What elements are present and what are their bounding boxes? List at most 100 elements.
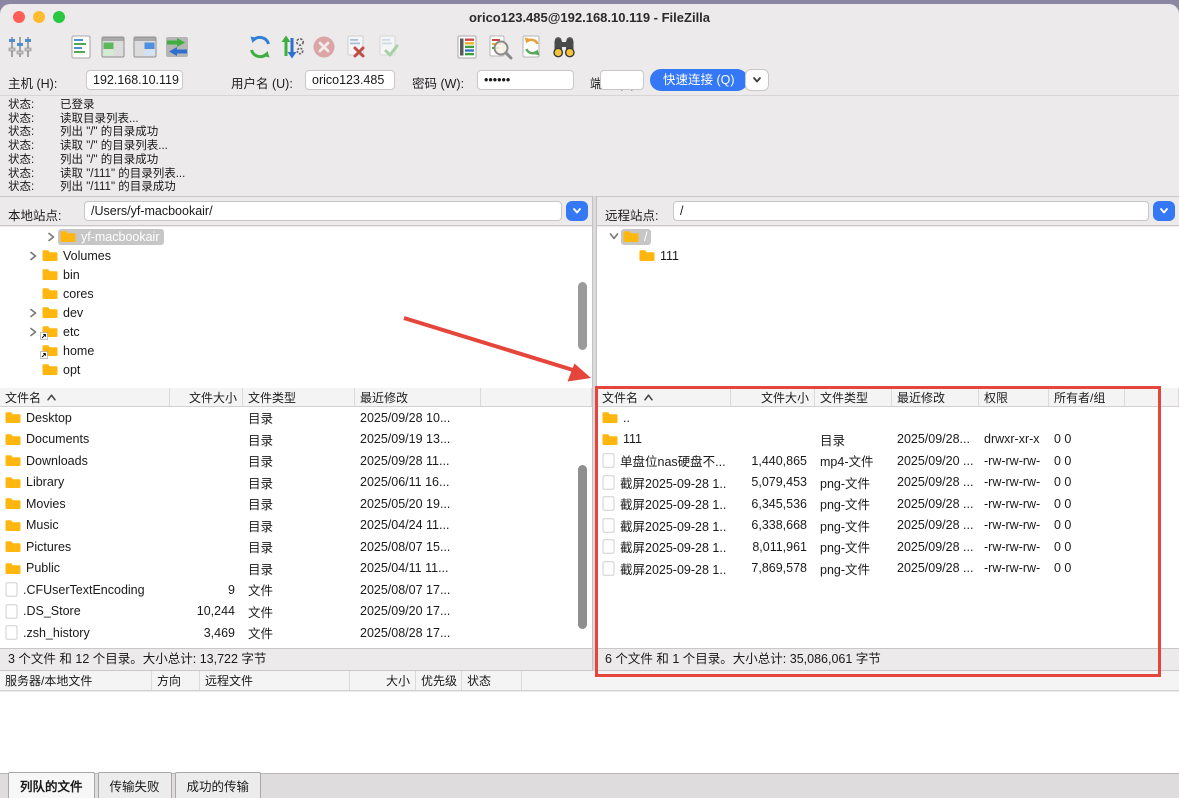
remote-tree-toggle-icon[interactable] xyxy=(131,33,159,61)
file-row[interactable]: 111目录2025/09/28...drwxr-xr-x0 0 xyxy=(597,429,1179,451)
file-row[interactable]: Movies目录2025/05/20 19... xyxy=(0,493,592,515)
transfer-queue-tabs: 列队的文件传输失败成功的传输 xyxy=(0,773,1179,798)
tree-item-cores[interactable]: cores xyxy=(0,284,592,303)
file-row[interactable]: 截屏2025-09-28 1..7,869,578png-文件2025/09/2… xyxy=(597,558,1179,580)
quickconnect-button[interactable]: 快速连接 (Q) xyxy=(650,69,748,91)
chevron-right-icon[interactable] xyxy=(26,251,40,261)
host-input[interactable]: 192.168.10.119 xyxy=(86,70,183,90)
file-cell-type: png-文件 xyxy=(815,516,892,535)
tree-item-111[interactable]: 111 xyxy=(597,246,1179,265)
tree-item-label: dev xyxy=(63,306,83,320)
remote-site-path-input[interactable]: / xyxy=(673,201,1149,221)
queue-column-header[interactable]: 方向 xyxy=(152,671,200,690)
file-row[interactable]: Desktop目录2025/09/28 10... xyxy=(0,407,592,429)
tree-item-bin[interactable]: bin xyxy=(0,265,592,284)
zoom-window-button[interactable] xyxy=(53,11,65,23)
tree-item-home[interactable]: home xyxy=(0,341,592,360)
synchronized-browsing-icon[interactable] xyxy=(518,33,546,61)
local-list-scrollbar[interactable] xyxy=(578,465,587,629)
file-row[interactable]: 截屏2025-09-28 1..6,345,536png-文件2025/09/2… xyxy=(597,493,1179,515)
column-header[interactable]: 最近修改 xyxy=(892,388,979,406)
refresh-icon[interactable] xyxy=(246,33,274,61)
tree-item-[interactable]: / xyxy=(597,227,1179,246)
file-cell-modified: 2025/09/28 ... xyxy=(892,475,979,489)
port-input[interactable] xyxy=(600,70,644,90)
tree-item-opt[interactable]: opt xyxy=(0,360,592,379)
file-row[interactable]: 截屏2025-09-28 1..8,011,961png-文件2025/09/2… xyxy=(597,536,1179,558)
panel-splitter[interactable] xyxy=(592,196,597,671)
minimize-window-button[interactable] xyxy=(33,11,45,23)
file-row[interactable]: .zsh_history3,469文件2025/08/28 17... xyxy=(0,622,592,644)
folder-icon xyxy=(60,230,76,243)
column-header-spacer[interactable] xyxy=(1125,388,1179,406)
password-input[interactable]: •••••• xyxy=(477,70,574,90)
local-tree-scrollbar[interactable] xyxy=(578,282,587,350)
file-cell-type: 目录 xyxy=(243,559,355,578)
log-message: 已登录 xyxy=(60,99,95,111)
column-header[interactable]: 文件类型 xyxy=(243,388,355,406)
column-header-label: 文件名 xyxy=(5,389,41,406)
cancel-operation-icon[interactable] xyxy=(310,33,338,61)
directory-comparison-icon[interactable] xyxy=(486,33,514,61)
file-row[interactable]: 截屏2025-09-28 1..6,338,668png-文件2025/09/2… xyxy=(597,515,1179,537)
file-row[interactable]: Music目录2025/04/24 11... xyxy=(0,515,592,537)
local-site-dropdown-button[interactable] xyxy=(566,201,588,221)
username-input[interactable]: orico123.485 xyxy=(305,70,395,90)
tree-item-Volumes[interactable]: Volumes xyxy=(0,246,592,265)
directory-listing-filters-icon[interactable] xyxy=(454,33,482,61)
column-header[interactable]: 文件大小 xyxy=(170,388,243,406)
process-queue-icon[interactable] xyxy=(278,33,306,61)
file-row[interactable]: Public目录2025/04/11 11... xyxy=(0,558,592,580)
find-files-icon[interactable] xyxy=(550,33,578,61)
queue-column-header[interactable]: 服务器/本地文件 xyxy=(0,671,152,690)
column-header[interactable]: 文件名 xyxy=(0,388,170,406)
site-manager-icon[interactable] xyxy=(6,33,34,61)
local-directory-tree: yf-macbookair Volumesbincores dev etchomeop… xyxy=(0,227,592,388)
file-row[interactable]: .CFUserTextEncoding9文件2025/08/07 17... xyxy=(0,579,592,601)
chevron-right-icon[interactable] xyxy=(26,308,40,318)
file-cell-name: 截屏2025-09-28 1.. xyxy=(597,516,731,535)
queue-tab[interactable]: 成功的传输 xyxy=(175,772,262,798)
remote-site-dropdown-button[interactable] xyxy=(1153,201,1175,221)
file-row[interactable]: .DS_Store10,244文件2025/09/20 17... xyxy=(0,601,592,623)
column-header[interactable]: 文件类型 xyxy=(815,388,892,406)
file-name-label: .zsh_history xyxy=(23,626,90,640)
chevron-right-icon[interactable] xyxy=(44,232,58,242)
queue-column-header[interactable]: 远程文件 xyxy=(200,671,350,690)
queue-column-header[interactable]: 大小 xyxy=(350,671,416,690)
queue-tab[interactable]: 传输失败 xyxy=(98,772,172,798)
local-site-path-input[interactable]: /Users/yf-macbookair/ xyxy=(84,201,562,221)
close-window-button[interactable] xyxy=(13,11,25,23)
column-header-spacer[interactable] xyxy=(481,388,592,406)
tree-item-dev[interactable]: dev xyxy=(0,303,592,322)
folder-icon xyxy=(5,562,21,575)
message-log-toggle-icon[interactable] xyxy=(67,33,95,61)
file-row[interactable]: 截屏2025-09-28 1..5,079,453png-文件2025/09/2… xyxy=(597,472,1179,494)
file-row[interactable]: Pictures目录2025/08/07 15... xyxy=(0,536,592,558)
remove-from-queue-icon[interactable] xyxy=(342,33,370,61)
tree-item-label: yf-macbookair xyxy=(81,230,160,244)
chevron-right-icon[interactable] xyxy=(26,327,40,337)
column-header[interactable]: 文件名 xyxy=(597,388,731,406)
successful-transfers-icon[interactable] xyxy=(374,33,402,61)
local-tree-toggle-icon[interactable] xyxy=(99,33,127,61)
file-cell-size: 3,469 xyxy=(170,626,243,640)
file-row[interactable]: 单盘位nas硬盘不...1,440,865mp4-文件2025/09/20 ..… xyxy=(597,450,1179,472)
file-row[interactable]: .. xyxy=(597,407,1179,429)
file-row[interactable]: Library目录2025/06/11 16... xyxy=(0,472,592,494)
queue-tab[interactable]: 列队的文件 xyxy=(8,772,95,798)
quickconnect-dropdown-button[interactable] xyxy=(745,69,769,91)
file-row[interactable]: Downloads目录2025/09/28 11... xyxy=(0,450,592,472)
transfer-queue-list xyxy=(0,692,1179,773)
file-row[interactable]: Documents目录2025/09/19 13... xyxy=(0,429,592,451)
tree-item-etc[interactable]: etc xyxy=(0,322,592,341)
chevron-down-icon[interactable] xyxy=(607,232,621,241)
column-header[interactable]: 最近修改 xyxy=(355,388,481,406)
queue-column-header[interactable]: 优先级 xyxy=(416,671,462,690)
column-header[interactable]: 文件大小 xyxy=(731,388,815,406)
queue-column-header[interactable]: 状态 xyxy=(462,671,522,690)
column-header[interactable]: 所有者/组 xyxy=(1049,388,1125,406)
column-header[interactable]: 权限 xyxy=(979,388,1049,406)
tree-item-yfmacbookair[interactable]: yf-macbookair xyxy=(0,227,592,246)
transfer-queue-toggle-icon[interactable] xyxy=(163,33,191,61)
